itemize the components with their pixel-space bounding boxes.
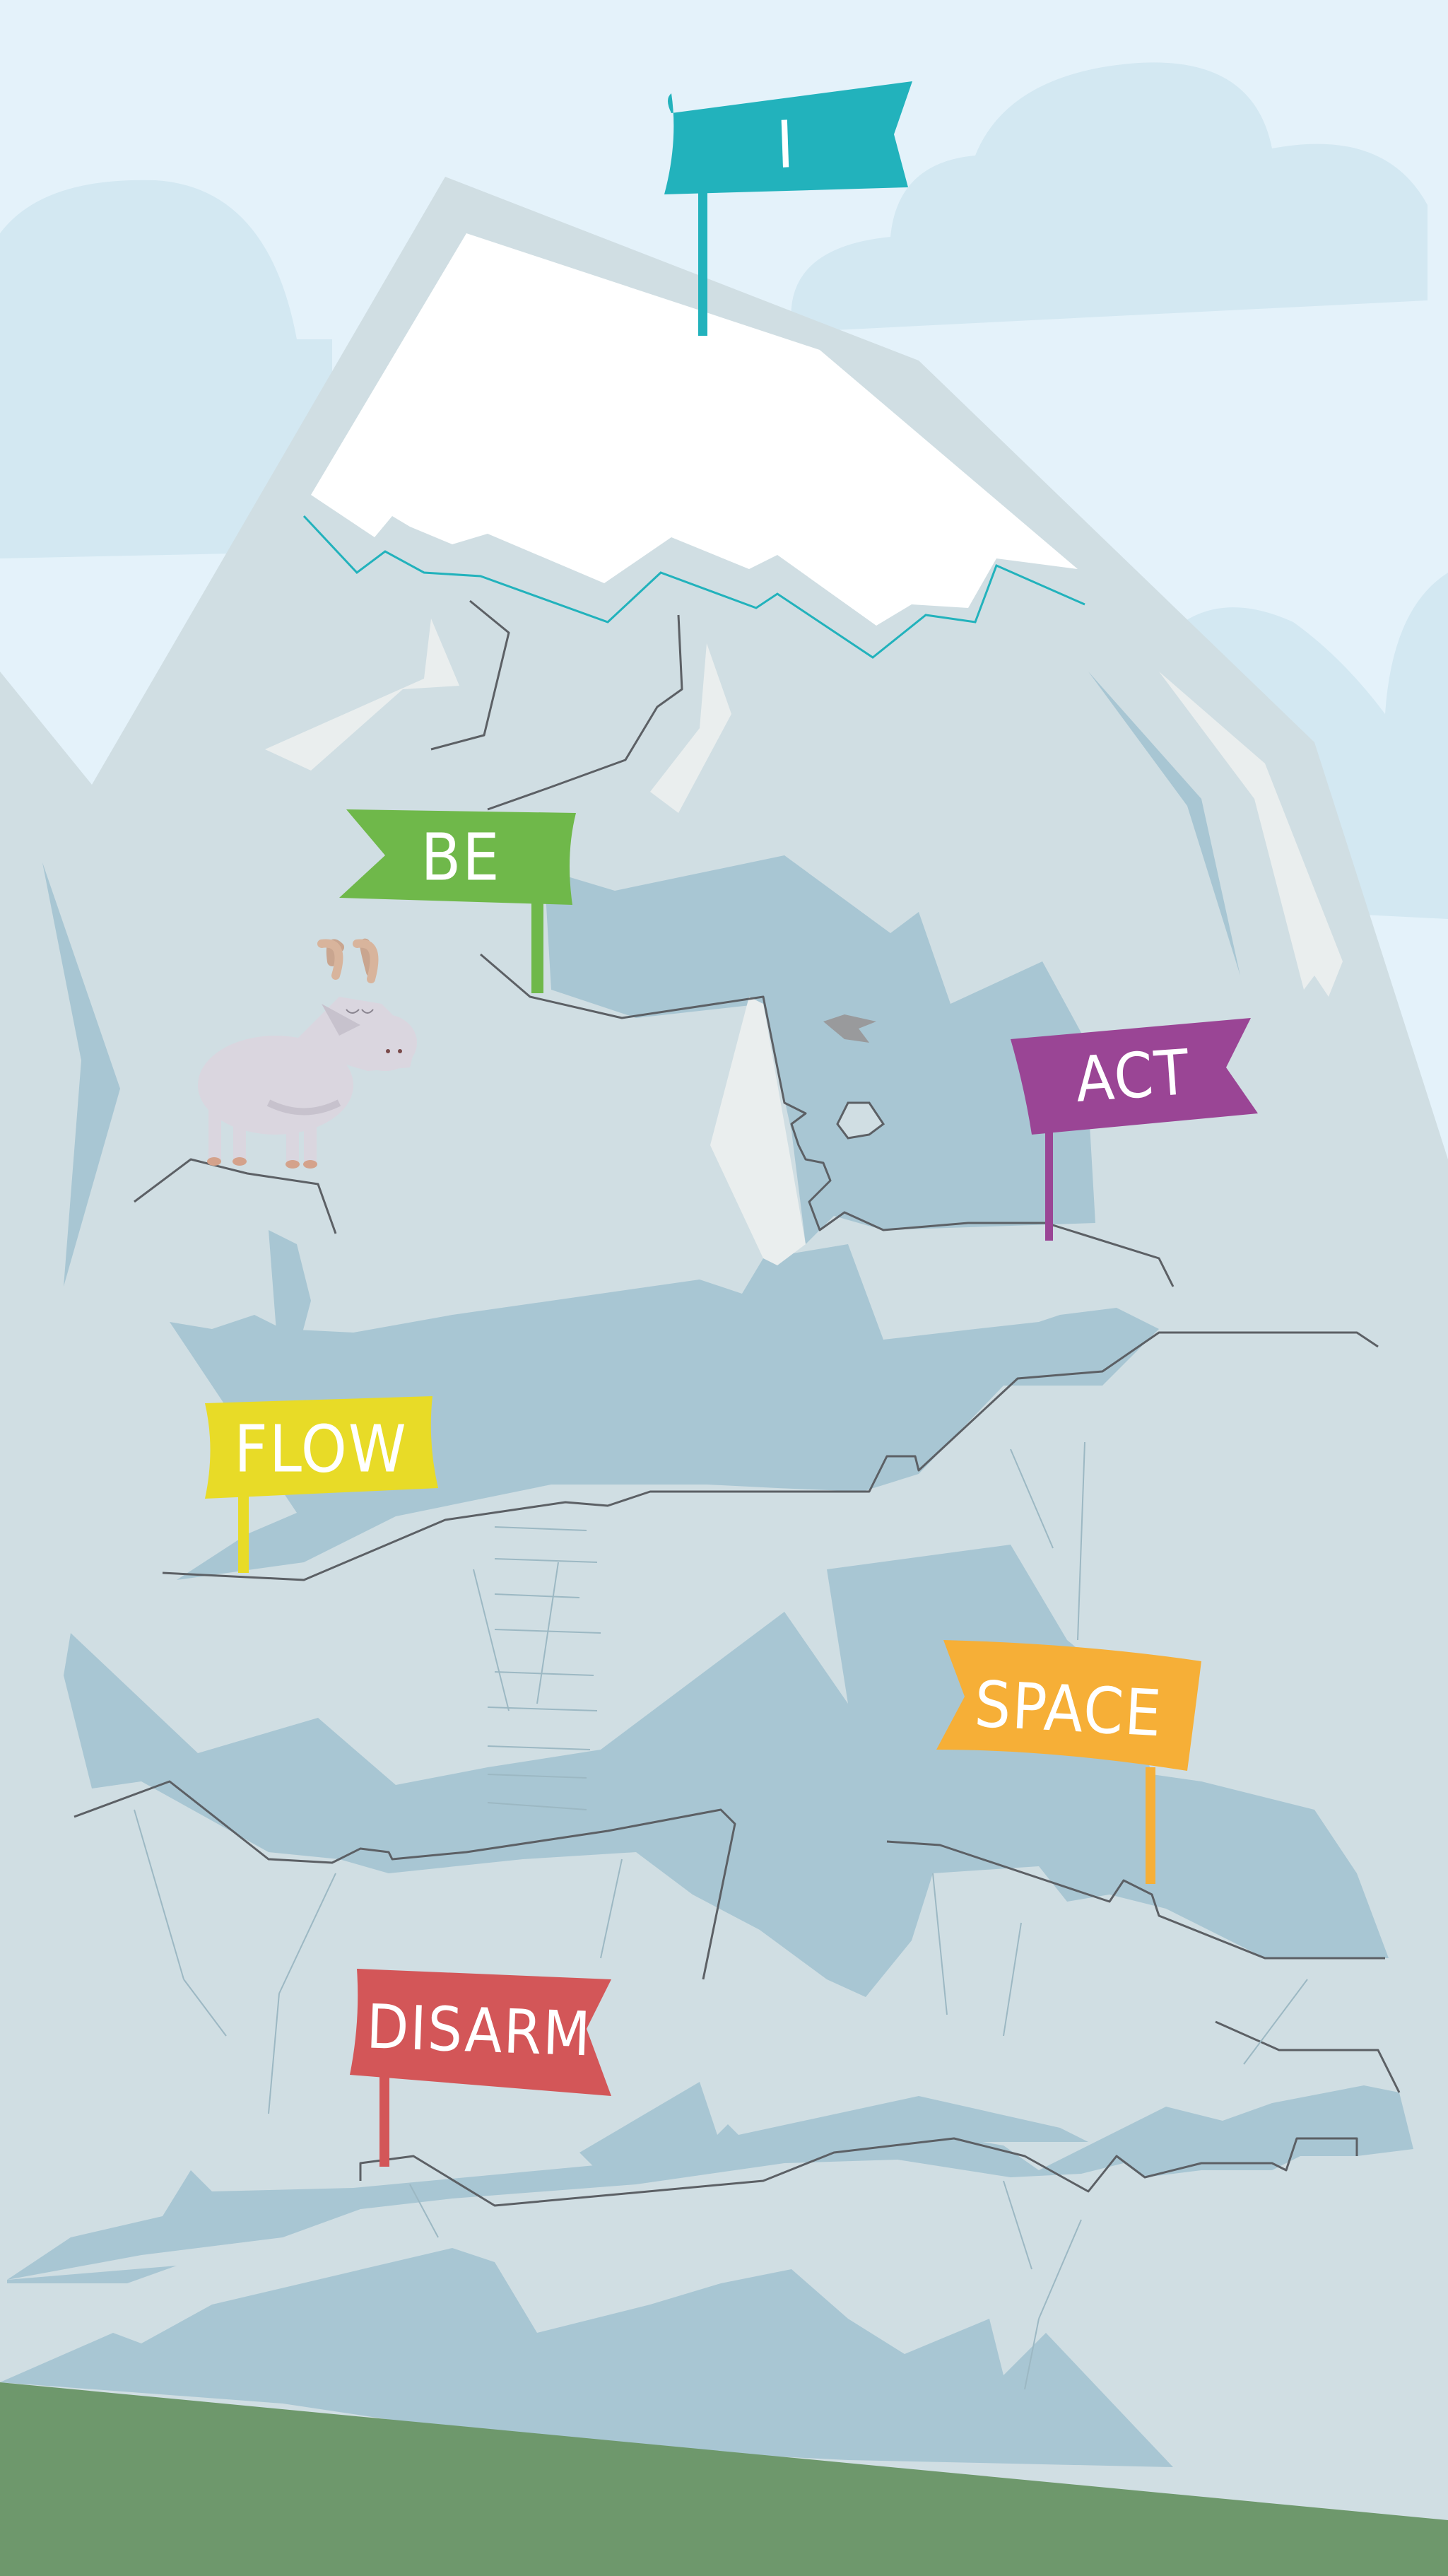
flag-space-pole	[1146, 1767, 1155, 1884]
flag-flow-pole	[238, 1492, 249, 1573]
flag-flow-label: FLOW	[234, 1412, 407, 1487]
flag-act-label: ACT	[1073, 1036, 1192, 1116]
flag-space-label: SPACE	[972, 1668, 1164, 1752]
flag-disarm-pole	[379, 2064, 389, 2167]
flag-be-pole	[531, 898, 543, 993]
flag-i-label: I	[775, 107, 796, 183]
flag-disarm-label: DISARM	[365, 1991, 593, 2070]
flag-be-label: BE	[420, 820, 500, 896]
flag-i-pole	[698, 191, 707, 336]
flag-act-pole	[1045, 1131, 1053, 1241]
mountain-scene: I BE ACT FLOW SPACE DISARM	[0, 0, 1448, 2576]
